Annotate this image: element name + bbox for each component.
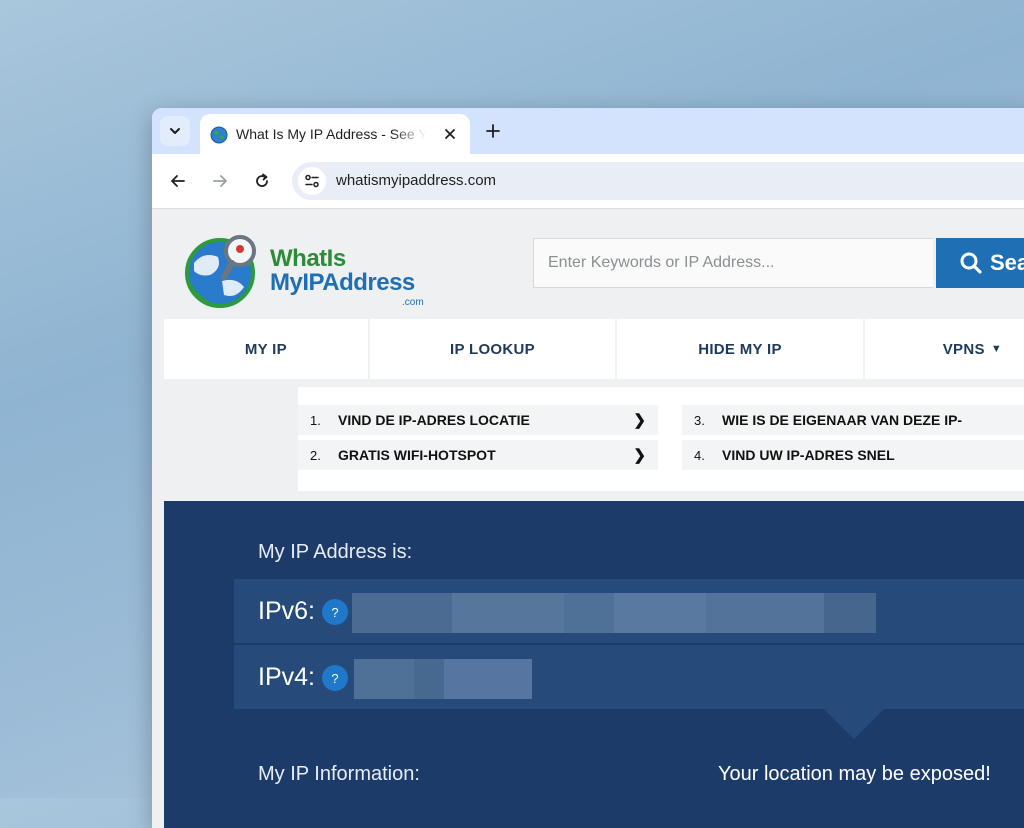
search-icon xyxy=(960,252,982,274)
main-nav: MY IP IP LOOKUP HIDE MY IP VPNS ▼ xyxy=(164,319,1024,379)
ad-link-1[interactable]: 1. VIND DE IP-ADRES LOCATIE ❯ xyxy=(298,405,658,435)
browser-window: What Is My IP Address - See Your Public … xyxy=(152,108,1024,828)
ipv6-redacted-block xyxy=(352,593,452,633)
ipv6-row: IPv6: ? xyxy=(234,579,1024,643)
url-text[interactable]: whatismyipaddress.com xyxy=(336,172,496,189)
site-info-button[interactable] xyxy=(298,167,326,195)
hero-title: My IP Address is: xyxy=(258,541,413,563)
globe-magnifier-icon xyxy=(184,235,256,309)
address-bar[interactable]: whatismyipaddress.com xyxy=(292,162,1024,200)
nav-label: MY IP xyxy=(244,340,287,358)
ad-number: 1. xyxy=(310,412,321,428)
ipv6-redacted-block xyxy=(614,593,706,633)
tab-search-button[interactable] xyxy=(160,116,190,146)
nav-ip-lookup[interactable]: IP LOOKUP xyxy=(369,319,616,379)
ad-link-2[interactable]: 2. GRATIS WIFI-HOTSPOT ❯ xyxy=(298,440,658,470)
arrow-left-icon xyxy=(171,175,185,187)
chevron-right-icon: ❯ xyxy=(633,412,646,429)
globe-icon xyxy=(210,126,228,144)
ipv4-redacted-block xyxy=(414,659,444,699)
tab-close-button[interactable] xyxy=(440,124,460,144)
tab-strip: What Is My IP Address - See Your Public … xyxy=(152,108,1024,154)
ipv4-redacted-block xyxy=(444,659,532,699)
site-logo[interactable]: WhatIs MyIPAddress .com xyxy=(180,229,430,313)
nav-my-ip[interactable]: MY IP xyxy=(164,319,368,379)
ipv6-help-button[interactable]: ? xyxy=(322,599,348,625)
browser-toolbar: whatismyipaddress.com xyxy=(152,154,1024,208)
callout-pointer xyxy=(824,709,884,739)
ad-label: GRATIS WIFI-HOTSPOT xyxy=(338,447,496,463)
plus-icon xyxy=(486,124,500,138)
web-page: WhatIs MyIPAddress .com Sea MY IP IP LOO… xyxy=(152,208,1024,828)
tab-title: What Is My IP Address - See Your Public … xyxy=(236,126,426,142)
location-warning: Your location may be exposed! xyxy=(718,763,991,785)
ad-link-4[interactable]: 4. VIND UW IP-ADRES SNEL ❯ xyxy=(682,440,1024,470)
nav-hide-my-ip[interactable]: HIDE MY IP xyxy=(617,319,863,379)
caret-down-icon: ▼ xyxy=(990,343,1002,355)
back-button[interactable] xyxy=(164,167,192,195)
ipv6-redacted-block xyxy=(824,593,876,633)
ipv4-row: IPv4: ? xyxy=(234,645,1024,709)
ipv6-redacted-block xyxy=(706,593,824,633)
ipv4-help-button[interactable]: ? xyxy=(322,665,348,691)
logo-text-myipaddress: MyIPAddress xyxy=(270,269,415,296)
nav-label: HIDE MY IP xyxy=(698,340,782,358)
ipv6-redacted-block xyxy=(564,593,614,633)
ipv4-redacted-block xyxy=(354,659,414,699)
ad-label: VIND DE IP-ADRES LOCATIE xyxy=(338,412,530,428)
search-button[interactable]: Sea xyxy=(936,238,1024,288)
ad-links-box: 1. VIND DE IP-ADRES LOCATIE ❯ 2. GRATIS … xyxy=(298,387,1024,491)
forward-button[interactable] xyxy=(206,167,234,195)
close-icon xyxy=(445,129,455,139)
ad-number: 4. xyxy=(694,447,705,463)
new-tab-button[interactable] xyxy=(480,118,506,144)
search-input[interactable] xyxy=(533,238,933,288)
nav-label: VPNS xyxy=(942,340,985,358)
ad-label: WIE IS DE EIGENAAR VAN DEZE IP- xyxy=(722,412,963,428)
nav-label: IP LOOKUP xyxy=(450,340,535,358)
arrow-right-icon xyxy=(213,175,227,187)
ad-number: 3. xyxy=(694,412,705,428)
reload-icon xyxy=(256,173,268,187)
ipv6-redacted-block xyxy=(452,593,564,633)
reload-button[interactable] xyxy=(248,167,276,195)
chevron-down-icon xyxy=(170,128,180,134)
ip-information-label: My IP Information: xyxy=(258,763,420,785)
logo-text-com: .com xyxy=(402,297,424,308)
search-button-label: Sea xyxy=(990,250,1024,275)
ad-link-3[interactable]: 3. WIE IS DE EIGENAAR VAN DEZE IP- ❯ xyxy=(682,405,1024,435)
ipv4-label: IPv4: xyxy=(258,663,315,691)
active-tab[interactable]: What Is My IP Address - See Your Public … xyxy=(200,114,470,154)
ad-number: 2. xyxy=(310,447,321,463)
ad-label: VIND UW IP-ADRES SNEL xyxy=(722,447,895,463)
ipv6-label: IPv6: xyxy=(258,597,315,625)
tune-icon xyxy=(305,174,319,188)
chevron-right-icon: ❯ xyxy=(633,447,646,464)
ip-hero-panel: My IP Address is: IPv6: ? IPv4: ? My IP … xyxy=(164,501,1024,828)
nav-vpns[interactable]: VPNS ▼ xyxy=(864,319,1024,379)
